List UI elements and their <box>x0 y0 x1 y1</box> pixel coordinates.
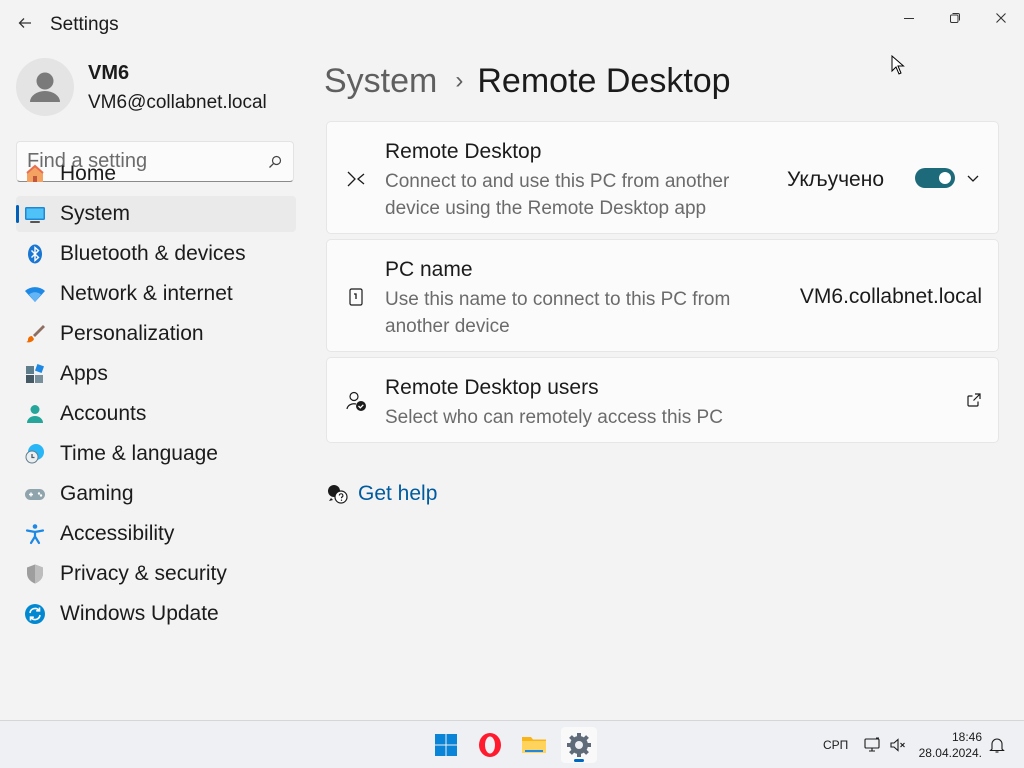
sidebar-item-personalization[interactable]: Personalization <box>16 316 296 352</box>
sidebar-item-label: Gaming <box>60 482 134 505</box>
sidebar-item-label: Apps <box>60 362 108 385</box>
taskbar-start-button[interactable] <box>428 727 464 763</box>
sidebar-item-home[interactable]: Home <box>16 156 296 192</box>
sidebar-item-accounts[interactable]: Accounts <box>16 396 296 432</box>
pc-name-description: Use this name to connect to this PC from… <box>385 289 731 337</box>
title-bar: Settings <box>0 0 1024 50</box>
taskbar-file-explorer-button[interactable] <box>516 727 552 763</box>
minimize-button[interactable] <box>886 4 932 32</box>
nav-list: Home System Bluetooth & devices Network … <box>16 156 296 636</box>
apps-icon <box>24 363 46 385</box>
breadcrumb: System › Remote Desktop <box>324 58 731 104</box>
language-indicator[interactable]: СРП <box>823 738 848 752</box>
wifi-icon <box>24 283 46 305</box>
taskbar: СРП 18:46 28.04.2024. <box>0 720 1024 768</box>
remote-desktop-users-title: Remote Desktop users <box>385 376 599 399</box>
sidebar-item-apps[interactable]: Apps <box>16 356 296 392</box>
sidebar-item-system[interactable]: System <box>16 196 296 232</box>
remote-desktop-title: Remote Desktop <box>385 140 542 163</box>
sidebar-item-label: System <box>60 202 131 225</box>
shield-icon <box>24 563 46 585</box>
sidebar-item-accessibility[interactable]: Accessibility <box>16 516 296 552</box>
remote-desktop-users-card[interactable]: Remote Desktop users Select who can remo… <box>326 357 999 443</box>
get-help-link[interactable]: Get help <box>326 480 437 508</box>
sidebar-item-label: Home <box>60 162 117 185</box>
back-button[interactable] <box>14 12 36 34</box>
user-check-icon <box>345 390 367 412</box>
avatar[interactable] <box>16 58 74 116</box>
get-help-label: Get help <box>358 482 438 505</box>
notification-bell-icon[interactable] <box>988 736 1006 754</box>
sidebar-item-label: Windows Update <box>60 602 219 625</box>
gear-icon <box>567 733 591 757</box>
breadcrumb-parent[interactable]: System <box>324 62 437 101</box>
user-email: VM6@collabnet.local <box>88 92 267 113</box>
windows-logo-icon <box>435 734 457 756</box>
active-app-indicator <box>574 759 584 762</box>
pc-name-icon <box>345 286 367 308</box>
taskbar-settings-button[interactable] <box>561 727 597 763</box>
sidebar-item-label: Accounts <box>60 402 147 425</box>
time-language-icon <box>24 443 46 465</box>
gamepad-icon <box>24 483 46 505</box>
app-title: Settings <box>50 14 119 35</box>
restore-icon <box>950 13 960 23</box>
toggle-status-label: Укључено <box>787 168 885 191</box>
remote-desktop-toggle[interactable] <box>915 168 955 188</box>
sidebar-item-label: Accessibility <box>60 522 175 545</box>
minimize-icon <box>904 18 914 19</box>
update-icon <box>24 603 46 625</box>
volume-muted-icon[interactable] <box>889 736 907 754</box>
restore-button[interactable] <box>932 4 978 32</box>
page-title: Remote Desktop <box>477 61 731 100</box>
user-avatar-icon <box>30 72 60 102</box>
sidebar-item-gaming[interactable]: Gaming <box>16 476 296 512</box>
sidebar-item-privacy[interactable]: Privacy & security <box>16 556 296 592</box>
sidebar-item-label: Time & language <box>60 442 218 465</box>
pc-name-title: PC name <box>385 258 473 281</box>
folder-icon <box>522 737 546 753</box>
clock-time[interactable]: 18:46 <box>920 730 982 744</box>
mouse-cursor-icon <box>891 55 905 75</box>
accounts-icon <box>24 403 46 425</box>
sidebar-item-label: Privacy & security <box>60 562 227 585</box>
clock-date[interactable]: 28.04.2024. <box>910 746 982 760</box>
user-name: VM6 <box>88 62 130 84</box>
remote-desktop-description: Connect to and use this PC from another … <box>385 171 730 219</box>
chevron-down-icon[interactable] <box>965 170 981 186</box>
sidebar-item-windows-update[interactable]: Windows Update <box>16 596 296 632</box>
system-icon <box>24 203 46 225</box>
help-chat-icon <box>328 485 348 504</box>
brush-icon <box>24 323 46 345</box>
sidebar-item-bluetooth[interactable]: Bluetooth & devices <box>16 236 296 272</box>
sidebar-item-label: Bluetooth & devices <box>60 242 246 265</box>
sidebar-item-label: Network & internet <box>60 282 233 305</box>
pc-name-card: PC name Use this name to connect to this… <box>326 239 999 352</box>
sidebar-item-label: Personalization <box>60 322 204 345</box>
bluetooth-icon <box>24 243 46 265</box>
toggle-knob <box>939 172 951 184</box>
sidebar-item-time-language[interactable]: Time & language <box>16 436 296 472</box>
close-icon <box>996 13 1006 23</box>
network-tray-icon[interactable] <box>863 736 881 754</box>
remote-desktop-card[interactable]: Remote Desktop Connect to and use this P… <box>326 121 999 234</box>
taskbar-opera-button[interactable] <box>472 727 508 763</box>
remote-desktop-users-description: Select who can remotely access this PC <box>385 407 723 428</box>
accessibility-icon <box>24 523 46 545</box>
external-link-icon[interactable] <box>966 392 982 408</box>
pc-name-value: VM6.collabnet.local <box>799 285 982 308</box>
remote-desktop-icon <box>345 168 367 190</box>
opera-browser-icon <box>479 733 501 757</box>
back-arrow-icon <box>18 18 31 28</box>
sidebar-item-network[interactable]: Network & internet <box>16 276 296 312</box>
close-button[interactable] <box>978 4 1024 32</box>
sidebar: VM6 VM6@collabnet.local Home System Blue… <box>0 50 310 720</box>
home-icon <box>24 163 46 185</box>
breadcrumb-separator: › <box>455 67 464 94</box>
